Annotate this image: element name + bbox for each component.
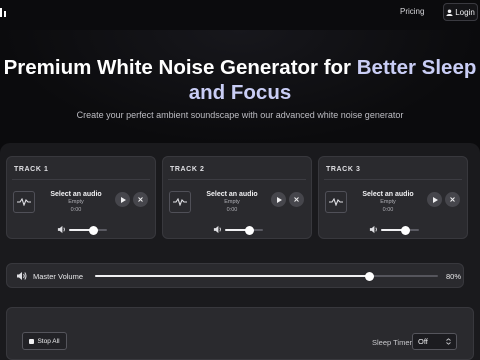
remove-button[interactable] <box>133 192 148 207</box>
title-part2: and Focus <box>188 81 292 104</box>
nav-pricing-link[interactable]: Pricing <box>400 7 424 16</box>
close-icon <box>450 197 455 202</box>
top-navbar: Pricing Login <box>0 0 480 24</box>
audio-status: Empty <box>380 199 396 205</box>
chevron-updown-icon <box>446 338 451 345</box>
page-subtitle: Create your perfect ambient soundscape w… <box>76 110 404 120</box>
sleep-timer-value: Off <box>418 337 428 346</box>
audio-title: Select an audio <box>362 191 414 198</box>
play-button[interactable] <box>115 192 130 207</box>
play-icon <box>432 196 438 203</box>
stop-icon <box>29 338 35 344</box>
track-volume-slider[interactable] <box>69 225 107 235</box>
play-button[interactable] <box>427 192 442 207</box>
master-volume-slider[interactable] <box>95 271 438 281</box>
volume-icon <box>369 225 377 234</box>
page-title: Premium White Noise Generator for Better… <box>0 55 480 105</box>
audio-select-box[interactable] <box>13 191 35 213</box>
remove-button[interactable] <box>445 192 460 207</box>
stop-all-label: Stop All <box>37 337 60 345</box>
logo-icon[interactable] <box>0 5 10 19</box>
track-card-3: TRACK 3 Select an audio Empty 0:00 <box>318 156 468 239</box>
slider-thumb[interactable] <box>89 225 99 235</box>
close-icon <box>294 197 299 202</box>
track-divider <box>12 179 150 180</box>
audio-status: Empty <box>68 199 84 205</box>
stop-all-button[interactable]: Stop All <box>22 332 67 350</box>
play-icon <box>276 196 282 203</box>
track-card-1: TRACK 1 Select an audio Empty 0:00 <box>6 156 156 239</box>
track-divider <box>324 179 462 180</box>
audio-status: Empty <box>224 199 240 205</box>
title-highlight: Better Sleep <box>356 56 477 79</box>
track-label: TRACK 3 <box>326 166 361 173</box>
waveform-icon <box>17 198 31 206</box>
track-volume-slider[interactable] <box>225 225 263 235</box>
audio-title: Select an audio <box>206 191 258 198</box>
track-label: TRACK 2 <box>170 166 205 173</box>
sleep-timer-label: Sleep Timer: <box>372 338 415 347</box>
master-volume-label: Master Volume <box>33 272 84 281</box>
audio-select-box[interactable] <box>325 191 347 213</box>
sleep-timer-select[interactable]: Off <box>412 333 457 350</box>
play-button[interactable] <box>271 192 286 207</box>
volume-icon <box>57 225 65 234</box>
track-card-2: TRACK 2 Select an audio Empty 0:00 <box>162 156 312 239</box>
track-divider <box>168 179 306 180</box>
slider-thumb[interactable] <box>364 271 374 281</box>
user-icon <box>446 8 453 16</box>
slider-thumb[interactable] <box>245 225 255 235</box>
volume-icon <box>17 272 27 280</box>
master-volume-bar: Master Volume 80% <box>6 263 464 288</box>
playback-controls: Stop All Sleep Timer: Off <box>6 307 474 360</box>
remove-button[interactable] <box>289 192 304 207</box>
track-volume-slider[interactable] <box>381 225 419 235</box>
audio-time: 0:00 <box>226 207 238 213</box>
waveform-icon <box>173 198 187 206</box>
volume-icon <box>213 225 221 234</box>
title-part1: Premium White Noise Generator for <box>3 56 357 79</box>
slider-thumb[interactable] <box>401 225 411 235</box>
play-icon <box>120 196 126 203</box>
login-label: Login <box>455 7 475 17</box>
slider-fill <box>95 275 370 277</box>
audio-time: 0:00 <box>382 207 394 213</box>
audio-select-box[interactable] <box>169 191 191 213</box>
close-icon <box>138 197 143 202</box>
master-volume-value: 80% <box>445 272 461 281</box>
audio-time: 0:00 <box>70 207 82 213</box>
audio-title: Select an audio <box>50 191 102 198</box>
track-label: TRACK 1 <box>14 166 49 173</box>
waveform-icon <box>329 198 343 206</box>
login-button[interactable]: Login <box>443 3 478 21</box>
